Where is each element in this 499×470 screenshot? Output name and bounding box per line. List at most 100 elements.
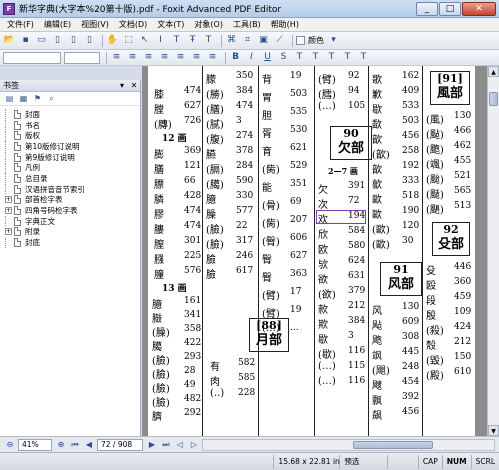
close-button[interactable]: ✕ (462, 1, 496, 16)
bookmark-item[interactable]: 第9版修订说明 (0, 152, 140, 163)
selection-highlight[interactable] (316, 210, 366, 224)
vertical-scrollbar[interactable]: ▲ ▼ (487, 66, 499, 436)
dictionary-entry: 朦 (206, 75, 216, 86)
bookmark-item[interactable]: + 四角号码检字表 (0, 205, 140, 216)
document-view[interactable]: 膝 474 膛 627 (膞) 726 12 画膨 369 膳 121 膘 66 膦 428 膠 474 膢 47… (142, 66, 487, 436)
status-empty (388, 454, 419, 469)
dictionary-entry: 369 (184, 146, 202, 156)
menu-help[interactable]: 帮助(H) (266, 19, 304, 30)
horizontal-scale-icon[interactable]: T (357, 51, 370, 64)
color-swatch[interactable] (296, 36, 305, 45)
color-dropdown-icon[interactable]: ▾ (327, 34, 340, 47)
maximize-button[interactable]: □ (439, 1, 461, 16)
horizontal-scrollbar[interactable] (202, 438, 495, 451)
dictionary-entry: 459 (454, 292, 472, 302)
bookmark-item[interactable]: 第10版修订说明 (0, 141, 140, 152)
panel-close-icon[interactable]: ✕ (128, 81, 140, 90)
menu-file[interactable]: 文件(F) (2, 19, 39, 30)
bookmark-flag-icon[interactable]: ⚑ (32, 93, 43, 104)
radical-number: 91 (393, 263, 409, 276)
zoom-field[interactable]: 41% (18, 438, 52, 451)
last-page-icon[interactable]: ⏭ (160, 439, 172, 451)
dictionary-entry: 膛 (154, 105, 164, 116)
menu-view[interactable]: 视图(V) (76, 19, 114, 30)
superscript-icon[interactable]: T (293, 51, 306, 64)
underline-icon[interactable]: U (261, 51, 274, 64)
bookmark-item[interactable]: + 部首检字表 (0, 195, 140, 206)
next-page-icon[interactable]: ▶ (146, 439, 158, 451)
bookmark-item[interactable]: 书名 (0, 120, 140, 131)
italic-icon[interactable]: I (245, 51, 258, 64)
minimize-button[interactable]: _ (416, 1, 438, 16)
zoom-in-icon[interactable]: ⊕ (55, 439, 67, 451)
next-view-icon[interactable]: ▷ (188, 439, 200, 451)
text-tool-icon[interactable]: T (170, 34, 183, 47)
page-number-field[interactable]: 72 / 908 (97, 438, 143, 451)
dictionary-entry: (臉) (206, 225, 224, 236)
align-right-icon[interactable]: ≡ (142, 51, 155, 64)
crop-icon[interactable]: ⌗ (241, 34, 254, 47)
arrow-select-icon[interactable]: ↖ (138, 34, 151, 47)
page-export-icon[interactable]: ▯ (83, 34, 96, 47)
scroll-down-icon[interactable]: ▼ (488, 425, 499, 436)
text-edit-icon[interactable]: Ŧ (186, 34, 199, 47)
expand-toggle-icon[interactable]: + (5, 228, 12, 236)
expand-toggle-icon[interactable]: + (5, 196, 12, 204)
first-page-icon[interactable]: ⏮ (69, 439, 81, 451)
dictionary-entry: 446 (454, 262, 472, 272)
bookmark-search-icon[interactable]: ⌕ (46, 93, 57, 104)
font-size-combo[interactable] (64, 51, 100, 64)
bookmark-item[interactable]: 凡例 (0, 162, 140, 173)
bookmark-item[interactable]: 封面 (0, 109, 140, 120)
expand-bookmark-icon[interactable]: ▦ (18, 93, 29, 104)
horizontal-scroll-thumb[interactable] (353, 440, 433, 449)
prev-page-icon[interactable]: ◀ (83, 439, 95, 451)
panel-options-icon[interactable]: ▾ (116, 81, 128, 90)
open-folder-icon[interactable]: 📂 (3, 34, 16, 47)
menu-document[interactable]: 文档(D) (114, 19, 152, 30)
bookmark-item[interactable]: 字典正文 (0, 216, 140, 227)
save-icon[interactable]: ▪ (19, 34, 32, 47)
print-icon[interactable]: ▭ (35, 34, 48, 47)
text-insert-icon[interactable]: T (202, 34, 215, 47)
bold-icon[interactable]: B (229, 51, 242, 64)
vertical-scroll-thumb[interactable] (489, 92, 498, 106)
page-add-icon[interactable]: ▯ (67, 34, 80, 47)
hand-tool-icon[interactable]: ✋ (106, 34, 119, 47)
subscript-icon[interactable]: T (309, 51, 322, 64)
page-icon[interactable]: ▯ (51, 34, 64, 47)
word-spacing-icon[interactable]: T (341, 51, 354, 64)
tree-connector (5, 120, 12, 131)
dictionary-entry: 臈 (152, 342, 162, 353)
image-icon[interactable]: ▣ (257, 34, 270, 47)
new-bookmark-icon[interactable]: ▤ (4, 93, 15, 104)
select-area-icon[interactable]: ⬚ (122, 34, 135, 47)
dictionary-entry: (歆) (372, 150, 390, 161)
bookmark-item[interactable]: + 附录 (0, 227, 140, 238)
menu-object[interactable]: 对象(O) (189, 19, 228, 30)
outdent-icon[interactable]: ≡ (190, 51, 203, 64)
justify-icon[interactable]: ≡ (158, 51, 171, 64)
align-left-icon[interactable]: ≡ (110, 51, 123, 64)
menu-tools[interactable]: 工具(B) (228, 19, 266, 30)
bookmark-item[interactable]: 总目录 (0, 173, 140, 184)
strikethrough-icon[interactable]: S (277, 51, 290, 64)
expand-toggle-icon[interactable]: + (5, 207, 12, 215)
previous-view-icon[interactable]: ◁ (174, 439, 186, 451)
menu-edit[interactable]: 编辑(E) (39, 19, 76, 30)
font-name-combo[interactable] (3, 51, 61, 64)
bookmark-item[interactable]: 封底 (0, 237, 140, 248)
char-spacing-icon[interactable]: T (325, 51, 338, 64)
scroll-up-icon[interactable]: ▲ (488, 66, 499, 77)
text-select-icon[interactable]: Ⅰ (154, 34, 167, 47)
eyedropper-icon[interactable]: ⟋ (273, 34, 286, 47)
object-tool-icon[interactable]: ⌘ (225, 34, 238, 47)
align-center-icon[interactable]: ≡ (126, 51, 139, 64)
zoom-out-icon[interactable]: ⊖ (4, 439, 16, 451)
bookmark-item[interactable]: 版权 (0, 130, 140, 141)
menu-text[interactable]: 文本(T) (152, 19, 189, 30)
line-spacing-icon[interactable]: ≡ (206, 51, 219, 64)
dictionary-entry: (臈) (206, 180, 224, 191)
indent-icon[interactable]: ≡ (174, 51, 187, 64)
bookmark-item[interactable]: 汉语拼音音节索引 (0, 184, 140, 195)
